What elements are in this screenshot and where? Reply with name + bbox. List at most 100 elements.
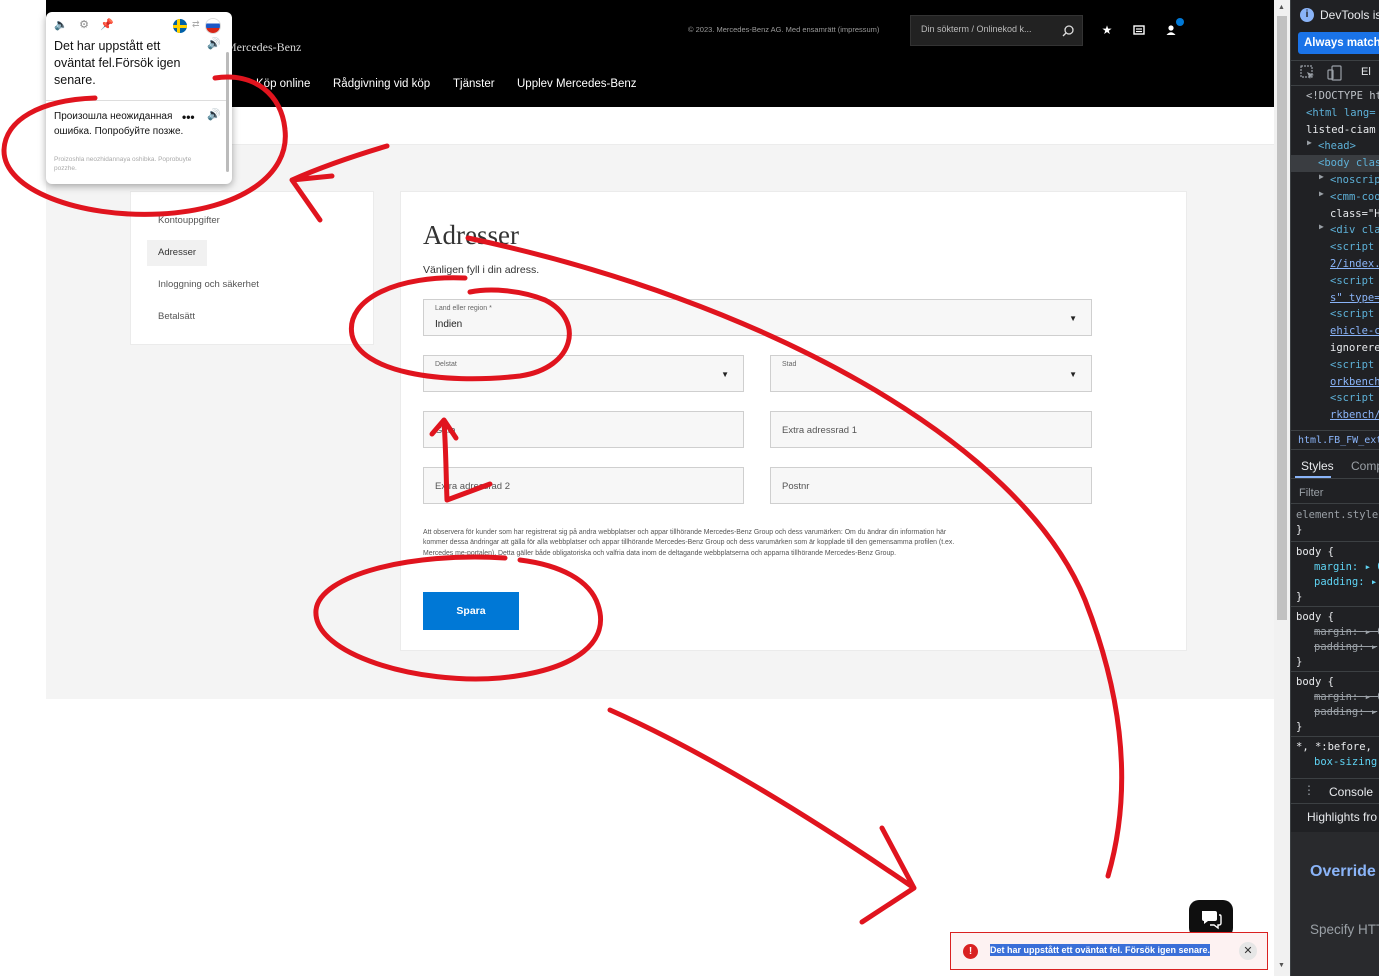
css-brace: } [1296,591,1303,603]
dom-node-line[interactable]: <script [1330,390,1374,407]
breadcrumb[interactable]: html.FB_FW_ext [1291,430,1379,450]
css-selector[interactable]: body { [1296,675,1334,690]
russian-flag-icon[interactable] [206,19,220,33]
dom-node-line[interactable]: ehicle-c [1330,323,1379,340]
dom-node-line[interactable]: listed-ciam [1306,122,1376,139]
dom-node-line[interactable]: <div cla [1330,222,1379,239]
dom-node-line[interactable]: <cmm-coo [1330,189,1379,206]
sidebar-item-addresses[interactable]: Adresser [147,240,208,266]
divider [46,100,226,101]
more-icon[interactable]: ••• [182,110,195,124]
save-button[interactable]: Spara [423,592,519,630]
dom-node-line[interactable]: rkbench/ [1330,407,1379,424]
dom-node-line[interactable]: <script [1330,273,1374,290]
nav-item[interactable]: Upplev Mercedes-Benz [517,78,637,90]
nav-item[interactable]: Köp online [256,78,310,90]
postal-code-field[interactable]: Postnr [770,467,1092,504]
dom-node-line[interactable]: <!DOCTYPE ht [1306,88,1379,105]
search-icon[interactable] [1060,23,1076,39]
extra-address-2-field[interactable]: Extra adressrad 2 [423,467,744,504]
css-property[interactable]: margin: ▸ 0 [1314,625,1379,640]
css-property[interactable]: margin: ▸ 0 [1314,560,1379,575]
dom-node-line[interactable]: <script [1330,239,1374,256]
brand-name[interactable]: Mercedes-Benz [226,40,301,55]
extra-address-1-field[interactable]: Extra adressrad 1 [770,411,1092,448]
dom-node-line[interactable]: ignorere [1330,340,1379,357]
error-message[interactable]: Det har uppstått ett oväntat fel. Försök… [990,944,1211,956]
dom-node-line[interactable]: <body clas [1291,155,1379,173]
styles-filter-input[interactable]: Filter [1291,482,1379,504]
css-property[interactable]: padding: ▸ [1314,640,1377,655]
css-selector[interactable]: body { [1296,545,1334,560]
sidebar-item-account-details[interactable]: Kontouppgifter [147,208,231,234]
dom-node-line[interactable]: <noscrip [1330,172,1379,189]
css-brace: } [1296,721,1303,733]
speaker-icon[interactable]: 🔊 [207,108,221,121]
dom-node-line[interactable]: s" type= [1330,290,1379,307]
expand-arrow-icon[interactable]: ▶ [1319,222,1324,231]
css-property[interactable]: box-sizing [1314,755,1377,770]
nav-item[interactable]: Rådgivning vid köp [333,78,430,90]
gear-icon[interactable]: ⚙ [77,18,91,32]
state-label: Delstat [435,361,457,368]
always-match-button[interactable]: Always match [1298,32,1379,54]
swedish-flag-icon[interactable] [173,19,187,33]
css-selector[interactable]: body { [1296,610,1334,625]
expand-arrow-icon[interactable]: ▶ [1319,172,1324,181]
scroll-up-icon[interactable]: ▲ [1278,4,1285,11]
expand-arrow-icon[interactable]: ▶ [1307,138,1312,147]
source-text: Det har uppstått ett oväntat fel.Försök … [54,39,181,87]
speaker-icon[interactable]: 🔊 [207,37,221,50]
css-selector[interactable]: *, *:before, [1296,740,1372,755]
transliteration-text: Proizoshla neozhidannaya oshibka. Poprob… [54,156,192,172]
css-property[interactable]: margin: ▸ 0 [1314,690,1379,705]
search-box[interactable] [910,15,1083,46]
country-select[interactable]: Land eller region * Indien ▼ [423,299,1092,336]
street-field[interactable]: Gata [423,411,744,448]
search-input[interactable] [921,24,1049,34]
tab-elements[interactable]: El [1361,66,1371,78]
sidebar-item-login-security[interactable]: Inloggning och säkerhet [147,272,270,298]
dom-node-line[interactable]: class="H [1330,206,1379,223]
override-heading[interactable]: Override Network [1310,862,1379,882]
tab-console[interactable]: Console [1329,785,1373,799]
styles-tabs: Styles Comp [1291,453,1379,479]
scrollbar-thumb[interactable] [1277,16,1287,620]
css-property[interactable]: padding: ▸ [1314,575,1377,590]
state-select[interactable]: Delstat ▼ [423,355,744,392]
star-icon[interactable]: ★ [1099,22,1115,38]
dom-node-line[interactable]: <script [1330,306,1374,323]
tab-styles[interactable]: Styles [1301,459,1334,473]
translated-text: Произошла неожиданная ошибка. Попробуйте… [54,111,184,137]
list-icon[interactable] [1131,22,1147,38]
swap-icon[interactable]: ⇄ [192,19,200,30]
postal-code-placeholder: Postnr [782,481,810,492]
expand-arrow-icon[interactable]: ▶ [1319,189,1324,198]
popup-scrollbar[interactable] [226,52,229,172]
tab-computed[interactable]: Comp [1351,459,1379,473]
devtools-toolbar: El [1291,60,1379,86]
css-property[interactable]: padding: ▸ [1314,705,1377,720]
css-selector[interactable]: element.style [1296,508,1378,523]
copyright-text[interactable]: © 2023. Mercedes-Benz AG. Med ensamrätt … [688,25,879,34]
dom-node-line[interactable]: <head> [1318,138,1356,155]
more-icon[interactable]: ⋮ [1303,783,1315,797]
divider [1291,541,1379,542]
dom-node-line[interactable]: orkbench [1330,374,1379,391]
dom-node-line[interactable]: 2/index. [1330,256,1379,273]
city-select[interactable]: Stad ▼ [770,355,1092,392]
sidebar-item-payment[interactable]: Betalsätt [147,304,206,330]
pin-icon[interactable]: 📌 [100,18,114,32]
device-toolbar-icon[interactable] [1327,65,1343,81]
dom-node-line[interactable]: <script [1330,357,1374,374]
city-label: Stad [782,361,797,368]
close-icon[interactable]: ✕ [1239,942,1257,960]
street-placeholder: Gata [435,425,456,436]
speaker-icon[interactable]: 🔈 [54,18,68,32]
nav-item[interactable]: Tjänster [453,78,495,90]
page-scrollbar[interactable]: ▲ ▼ [1274,0,1290,976]
inspect-icon[interactable] [1300,65,1316,81]
scroll-down-icon[interactable]: ▼ [1278,962,1285,969]
dom-node-line[interactable]: <html lang= [1306,105,1376,122]
divider [1291,606,1379,607]
